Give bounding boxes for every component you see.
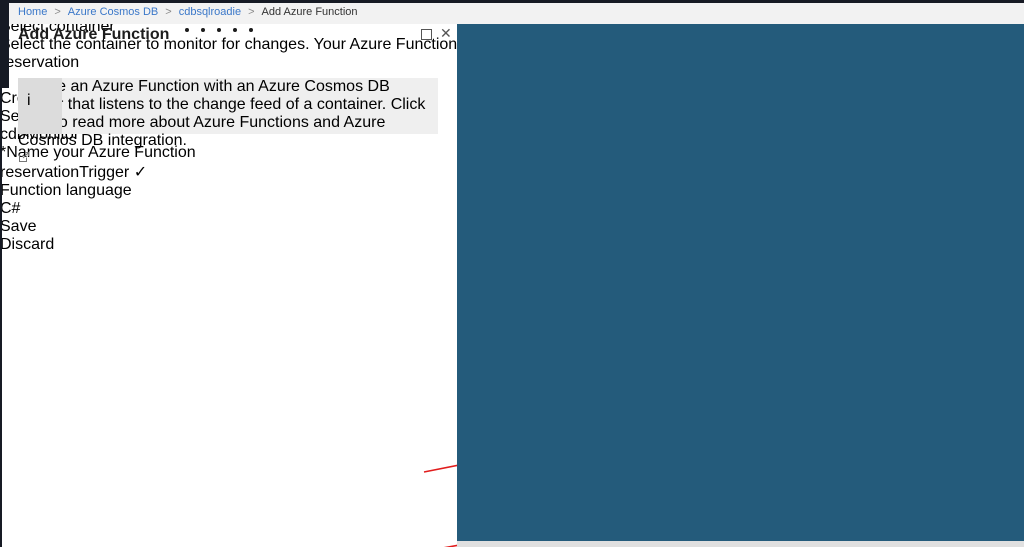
breadcrumb-bar: Home > Azure Cosmos DB > cdbsqlroadie > … xyxy=(0,0,1024,24)
container-dropdown-value: reservation xyxy=(0,54,79,71)
info-banner: i Create an Azure Function with an Azure… xyxy=(18,78,438,134)
external-link-icon[interactable] xyxy=(18,151,30,163)
breadcrumb-cdbsqlroadie[interactable]: cdbsqlroadie xyxy=(179,6,241,18)
function-language-dropdown-value: C# xyxy=(0,200,20,217)
breadcrumb-home[interactable]: Home xyxy=(18,6,47,18)
close-blade-icon[interactable]: ✕ xyxy=(440,25,452,42)
function-language-dropdown[interactable]: C# xyxy=(0,200,370,218)
breadcrumb: Home > Azure Cosmos DB > cdbsqlroadie > … xyxy=(18,6,358,18)
window-left-edge-top xyxy=(0,0,9,88)
breadcrumb-separator: > xyxy=(165,6,171,18)
info-icon: i xyxy=(27,92,54,119)
window-top-edge xyxy=(0,0,1024,3)
azure-portal-screen: Home > Azure Cosmos DB > cdbsqlroadie > … xyxy=(0,0,1024,547)
breadcrumb-azure-cosmos-db[interactable]: Azure Cosmos DB xyxy=(68,6,158,18)
info-icon-container: i xyxy=(18,78,62,134)
container-dropdown[interactable]: reservation xyxy=(0,54,372,72)
bottom-scroll-strip xyxy=(457,541,1024,547)
blade-loading-dots-icon xyxy=(185,28,253,32)
info-banner-text: Create an Azure Function with an Azure C… xyxy=(18,78,438,150)
maximize-icon[interactable] xyxy=(421,29,432,40)
blade-title: Add Azure Function xyxy=(18,26,169,44)
breadcrumb-separator: > xyxy=(248,6,254,18)
breadcrumb-separator: > xyxy=(54,6,60,18)
portal-background-panel xyxy=(457,24,1024,541)
breadcrumb-current-page: Add Azure Function xyxy=(262,6,358,18)
